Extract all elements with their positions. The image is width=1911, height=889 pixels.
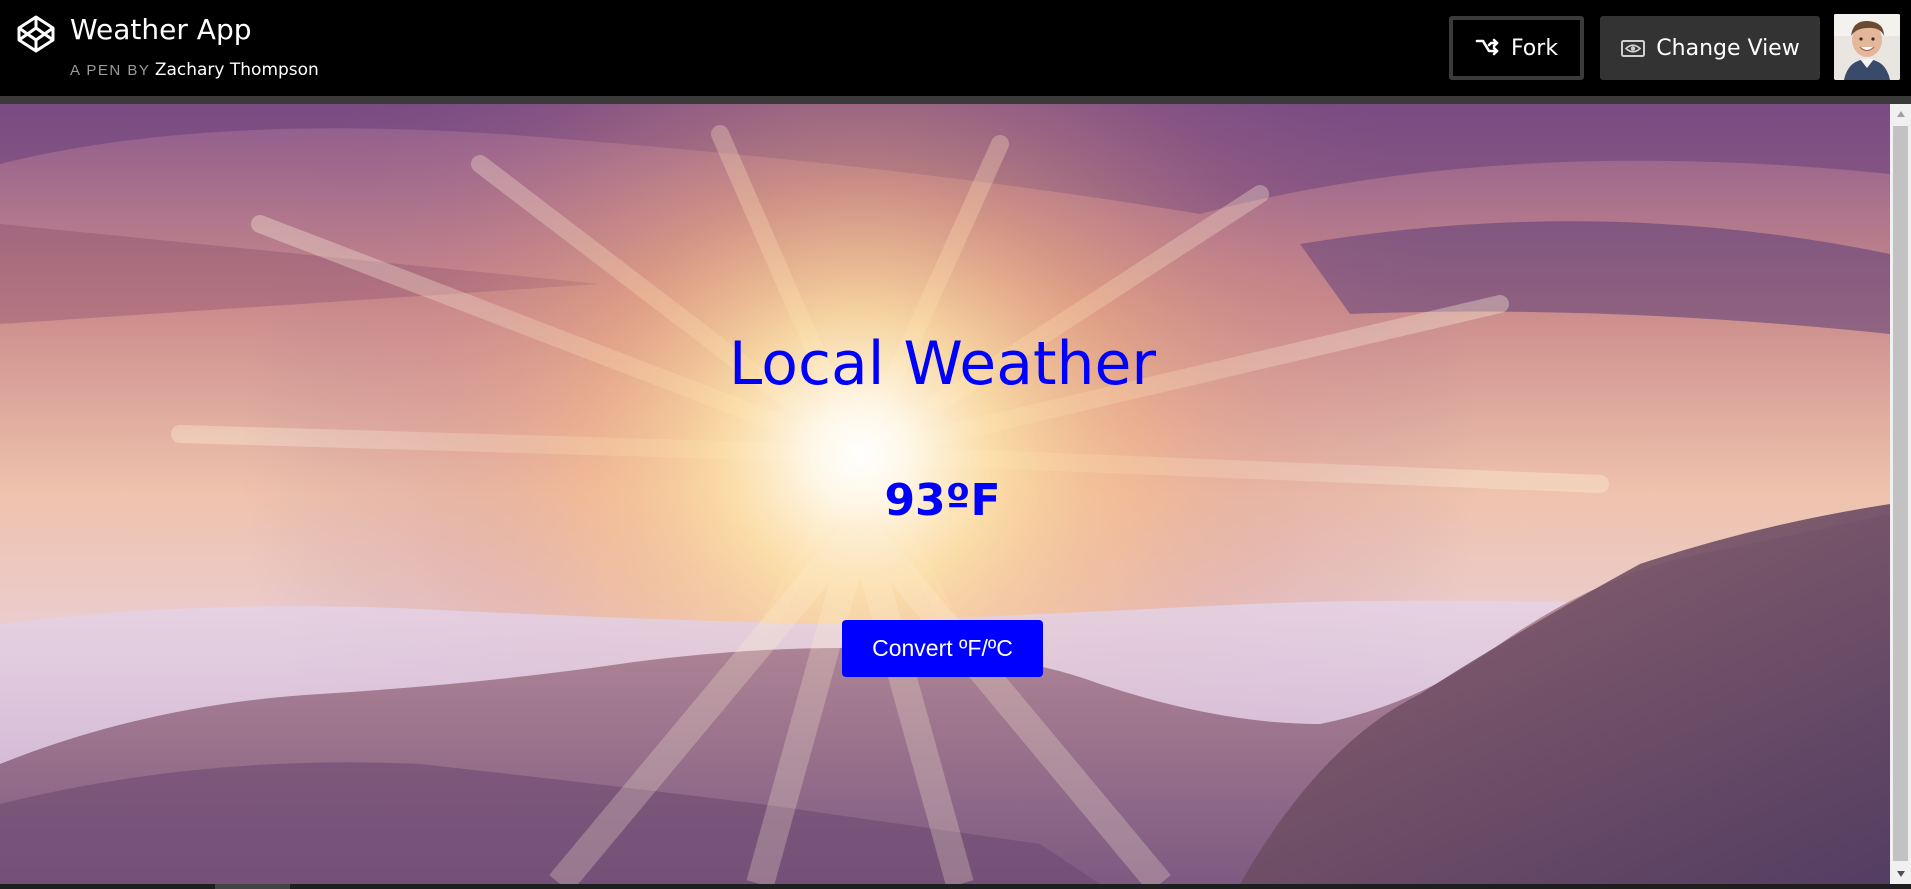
pen-preview: Local Weather 93ºF Convert ºF/ºC [0, 104, 1890, 884]
bottom-bar-indicator [215, 884, 290, 889]
bottom-bar [0, 884, 1911, 889]
header-divider [0, 96, 1911, 104]
convert-units-button[interactable]: Convert ºF/ºC [842, 620, 1043, 677]
scroll-down-arrow-icon[interactable] [1890, 864, 1911, 884]
weather-content: Local Weather 93ºF Convert ºF/ºC [0, 104, 1890, 884]
fork-label: Fork [1510, 35, 1559, 61]
scroll-up-arrow-icon[interactable] [1890, 104, 1911, 124]
change-view-button[interactable]: Change View [1600, 16, 1820, 80]
pen-title[interactable]: Weather App [70, 12, 252, 48]
avatar[interactable] [1834, 14, 1900, 80]
pen-by-prefix: A PEN BY [70, 62, 151, 79]
page-title: Local Weather [728, 329, 1157, 399]
eye-icon [1621, 40, 1646, 57]
scrollbar-thumb[interactable] [1893, 126, 1908, 861]
preview-scrollbar[interactable] [1890, 104, 1911, 884]
codepen-logo-icon[interactable] [16, 14, 56, 54]
codepen-header: Weather App A PEN BY Zachary Thompson Fo… [0, 0, 1911, 96]
fork-button[interactable]: Fork [1449, 16, 1584, 80]
change-view-label: Change View [1656, 35, 1800, 61]
temperature-display: 93ºF [884, 475, 1001, 526]
pen-byline: A PEN BY Zachary Thompson [70, 58, 319, 83]
fork-icon [1475, 38, 1499, 56]
author-link[interactable]: Zachary Thompson [155, 60, 319, 80]
